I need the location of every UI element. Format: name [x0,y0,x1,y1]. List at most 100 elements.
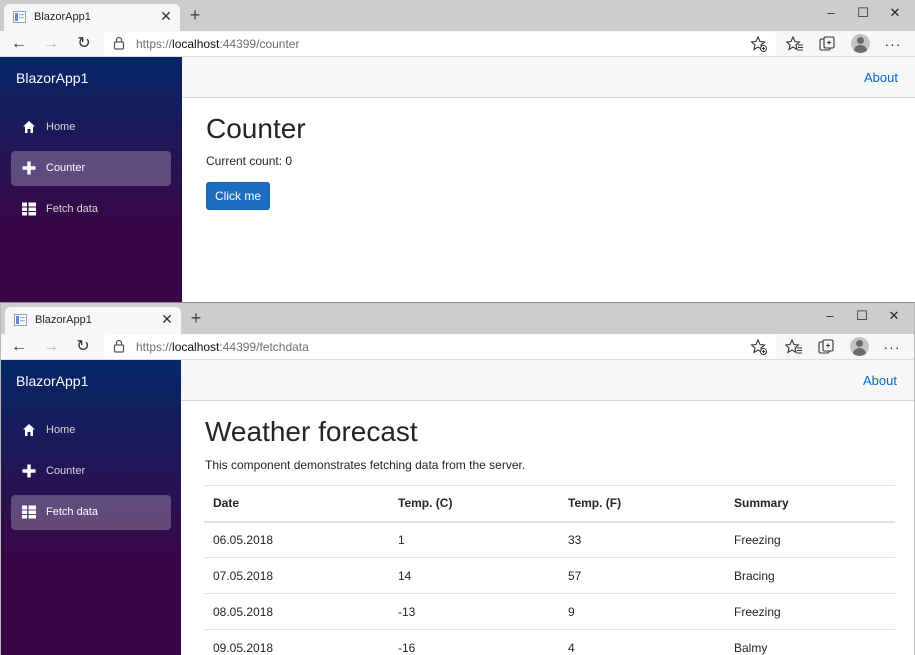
favorites-icon[interactable] [786,35,804,53]
cell-temp-f: 9 [559,593,725,630]
home-icon [23,424,35,436]
table-row: 06.05.2018 1 33 Freezing [204,521,895,558]
add-favorite-icon[interactable] [750,35,768,53]
cell-temp-c: 14 [389,557,559,594]
close-window-icon[interactable]: ✕ [879,306,909,326]
page-favicon-icon [13,11,26,23]
more-options-icon[interactable]: ··· [883,34,903,54]
page-title: Weather forecast [205,416,418,447]
page-description: This component demonstrates fetching dat… [205,458,526,472]
tab-title: BlazorApp1 [35,314,92,326]
browser-tab[interactable]: BlazorApp1 ✕ [5,307,181,334]
tab-title: BlazorApp1 [34,11,91,23]
click-me-button[interactable]: Click me [206,182,270,210]
nav-item-counter[interactable]: Counter [11,454,171,489]
table-row: 07.05.2018 14 57 Bracing [204,557,895,594]
browser-window-fetchdata: BlazorApp1 ✕ + – ☐ ✕ ← → ↻ https://local… [0,302,915,655]
refresh-icon[interactable]: ↻ [73,337,93,357]
cell-temp-c: -16 [389,629,559,655]
favorites-icon[interactable] [785,338,803,356]
cell-summary: Freezing [725,593,895,630]
lock-icon [113,339,125,353]
more-options-icon[interactable]: ··· [882,337,902,357]
cell-summary: Freezing [725,521,895,558]
nav-item-home[interactable]: Home [11,413,171,448]
new-tab-icon[interactable]: + [187,309,205,327]
url-field[interactable]: https://localhost:44399/fetchdata [104,335,776,359]
column-header-temp-f: Temp. (F) [559,485,725,523]
nav-item-label: Counter [46,162,86,174]
tab-strip: BlazorApp1 ✕ + – ☐ ✕ [0,0,915,31]
column-header-summary: Summary [725,485,895,523]
close-tab-icon[interactable]: ✕ [159,311,175,327]
cell-date: 08.05.2018 [204,593,389,630]
cell-summary: Balmy [725,629,895,655]
nav-item-counter[interactable]: Counter [11,151,171,186]
back-icon[interactable]: ← [9,337,29,357]
nav-item-fetch-data[interactable]: Fetch data [11,192,171,227]
close-window-icon[interactable]: ✕ [880,3,910,23]
browser-window-counter: BlazorApp1 ✕ + – ☐ ✕ ← → ↻ https://local… [0,0,915,302]
plus-icon [22,161,36,175]
nav-item-label: Counter [46,465,86,477]
profile-avatar[interactable] [850,337,869,356]
nav-item-label: Home [46,121,76,133]
cell-temp-f: 33 [559,521,725,558]
home-icon [23,121,35,133]
weather-table: Date Temp. (C) Temp. (F) Summary 06.05.2… [204,485,895,655]
forward-icon[interactable]: → [41,34,61,54]
sidebar: BlazorApp1 Home Counter Fetch data [1,360,181,655]
page-favicon-icon [14,314,27,326]
table-row: 08.05.2018 -13 9 Freezing [204,593,895,630]
profile-avatar[interactable] [851,34,870,53]
cell-temp-f: 57 [559,557,725,594]
maximize-icon[interactable]: ☐ [847,306,877,326]
forward-icon[interactable]: → [41,337,61,357]
top-row: About [182,57,915,98]
url-text: https://localhost:44399/fetchdata [136,340,309,354]
nav-item-fetch-data[interactable]: Fetch data [11,495,171,530]
nav-item-label: Fetch data [46,203,98,215]
list-icon [22,505,36,519]
address-bar: ← → ↻ https://localhost:44399/counter ··… [0,31,915,57]
cell-date: 07.05.2018 [204,557,389,594]
nav-item-home[interactable]: Home [11,110,171,145]
table-header-row: Date Temp. (C) Temp. (F) Summary [204,485,895,523]
cell-temp-c: 1 [389,521,559,558]
nav-item-label: Fetch data [46,506,98,518]
plus-icon [22,464,36,478]
close-tab-icon[interactable]: ✕ [158,8,174,24]
cell-summary: Bracing [725,557,895,594]
column-header-temp-c: Temp. (C) [389,485,559,523]
current-count-text: Current count: 0 [206,154,293,168]
lock-icon [113,36,125,50]
url-text: https://localhost:44399/counter [136,37,300,51]
collections-icon[interactable] [818,35,836,53]
new-tab-icon[interactable]: + [186,6,204,24]
column-header-date: Date [204,485,389,523]
url-field[interactable]: https://localhost:44399/counter [104,32,776,56]
about-link[interactable]: About [864,70,898,85]
cell-temp-c: -13 [389,593,559,630]
page-title: Counter [206,113,306,144]
cell-temp-f: 4 [559,629,725,655]
address-bar: ← → ↻ https://localhost:44399/fetchdata [1,334,914,360]
minimize-icon[interactable]: – [815,306,845,326]
tab-strip: BlazorApp1 ✕ + – ☐ ✕ [1,303,914,334]
sidebar: BlazorApp1 Home Counter Fetch data [0,57,182,302]
main-content: Counter Current count: 0 Click me [182,98,915,302]
back-icon[interactable]: ← [9,34,29,54]
maximize-icon[interactable]: ☐ [848,3,878,23]
about-link[interactable]: About [863,373,897,388]
top-row: About [181,360,914,401]
brand-title[interactable]: BlazorApp1 [16,373,88,389]
add-favorite-icon[interactable] [750,338,768,356]
nav-item-label: Home [46,424,76,436]
cell-date: 06.05.2018 [204,521,389,558]
brand-title[interactable]: BlazorApp1 [16,70,88,86]
collections-icon[interactable] [817,338,835,356]
minimize-icon[interactable]: – [816,3,846,23]
browser-tab[interactable]: BlazorApp1 ✕ [4,4,180,31]
table-row: 09.05.2018 -16 4 Balmy [204,629,895,655]
refresh-icon[interactable]: ↻ [74,34,94,54]
